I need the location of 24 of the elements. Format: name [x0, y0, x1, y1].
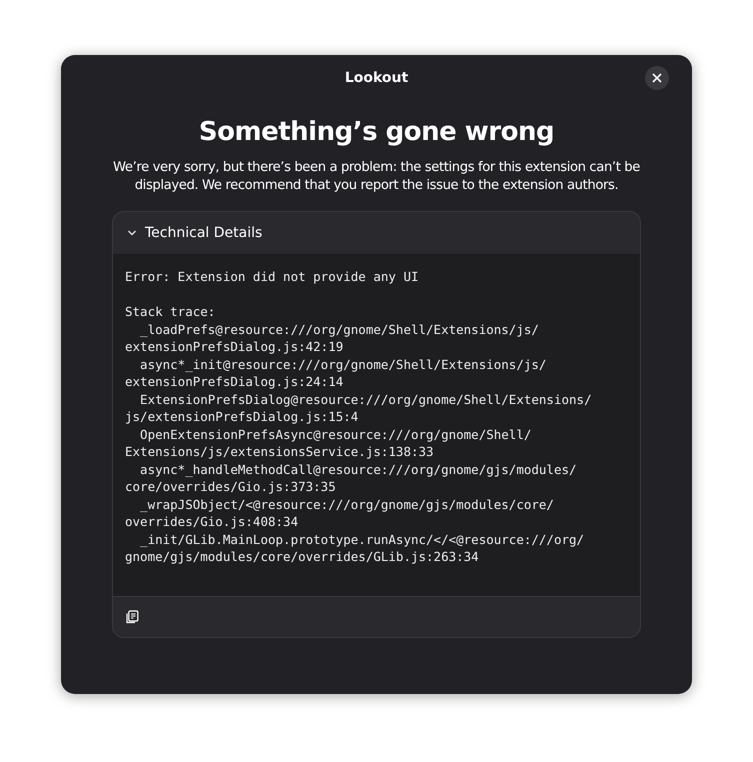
trace-line: gnome/gjs/modules/core/overrides/GLib.js:263:34 — [125, 549, 479, 564]
trace-line: OpenExtensionPrefsAsync@resource:///org/gnome/Shell/ — [139, 426, 532, 442]
window-title: Lookout — [344, 70, 408, 86]
trace-line: async*_init@resource:///org/gnome/Shell/Extensions/js/ — [139, 356, 546, 372]
message: We’re very sorry, but there’s been a problem: the settings for this extension can’t be displayed. We recommend that you report the issue to the extension authors. — [112, 159, 641, 195]
close-button[interactable] — [645, 66, 669, 90]
copy-button[interactable] — [125, 610, 139, 624]
trace-line: ExtensionPrefsDialog@resource:///org/gnome/Shell/Extensions/ — [139, 392, 592, 406]
trace-line: _init/GLib.MainLoop.prototype.runAsync/</<@resource:///org/ — [139, 532, 584, 546]
close-icon — [652, 73, 662, 83]
trace-line: _wrapJSObject/<@resource:///org/gnome/gjs/modules/core/ — [139, 496, 554, 512]
trace-line: _loadPrefs@resource:///org/gnome/Shell/Extensions/js/ — [139, 322, 539, 336]
trace-line: core/overrides/Gio.js:373:35 — [125, 479, 336, 494]
trace-line: Stack trace: — [125, 304, 216, 319]
trace-line: js/extensionPrefsDialog.js:15:4 — [125, 409, 358, 424]
copy-icon — [125, 610, 139, 624]
trace-line: extensionPrefsDialog.js:24:14 — [125, 374, 344, 389]
trace-line: async*_handleMethodCall@resource:///org/gnome/gjs/modules/ — [139, 462, 577, 476]
trace-line: Extensions/js/extensionsService.js:138:33 — [125, 444, 434, 459]
chevron-icon — [127, 228, 137, 238]
trace-line: overrides/Gio.js:408:34 — [125, 514, 298, 529]
trace-line: extensionPrefsDialog.js:42:19 — [125, 339, 344, 354]
error-text: Error: Extension did not provide any UI — [125, 269, 418, 284]
heading: Something’s gone wrong — [198, 117, 556, 147]
